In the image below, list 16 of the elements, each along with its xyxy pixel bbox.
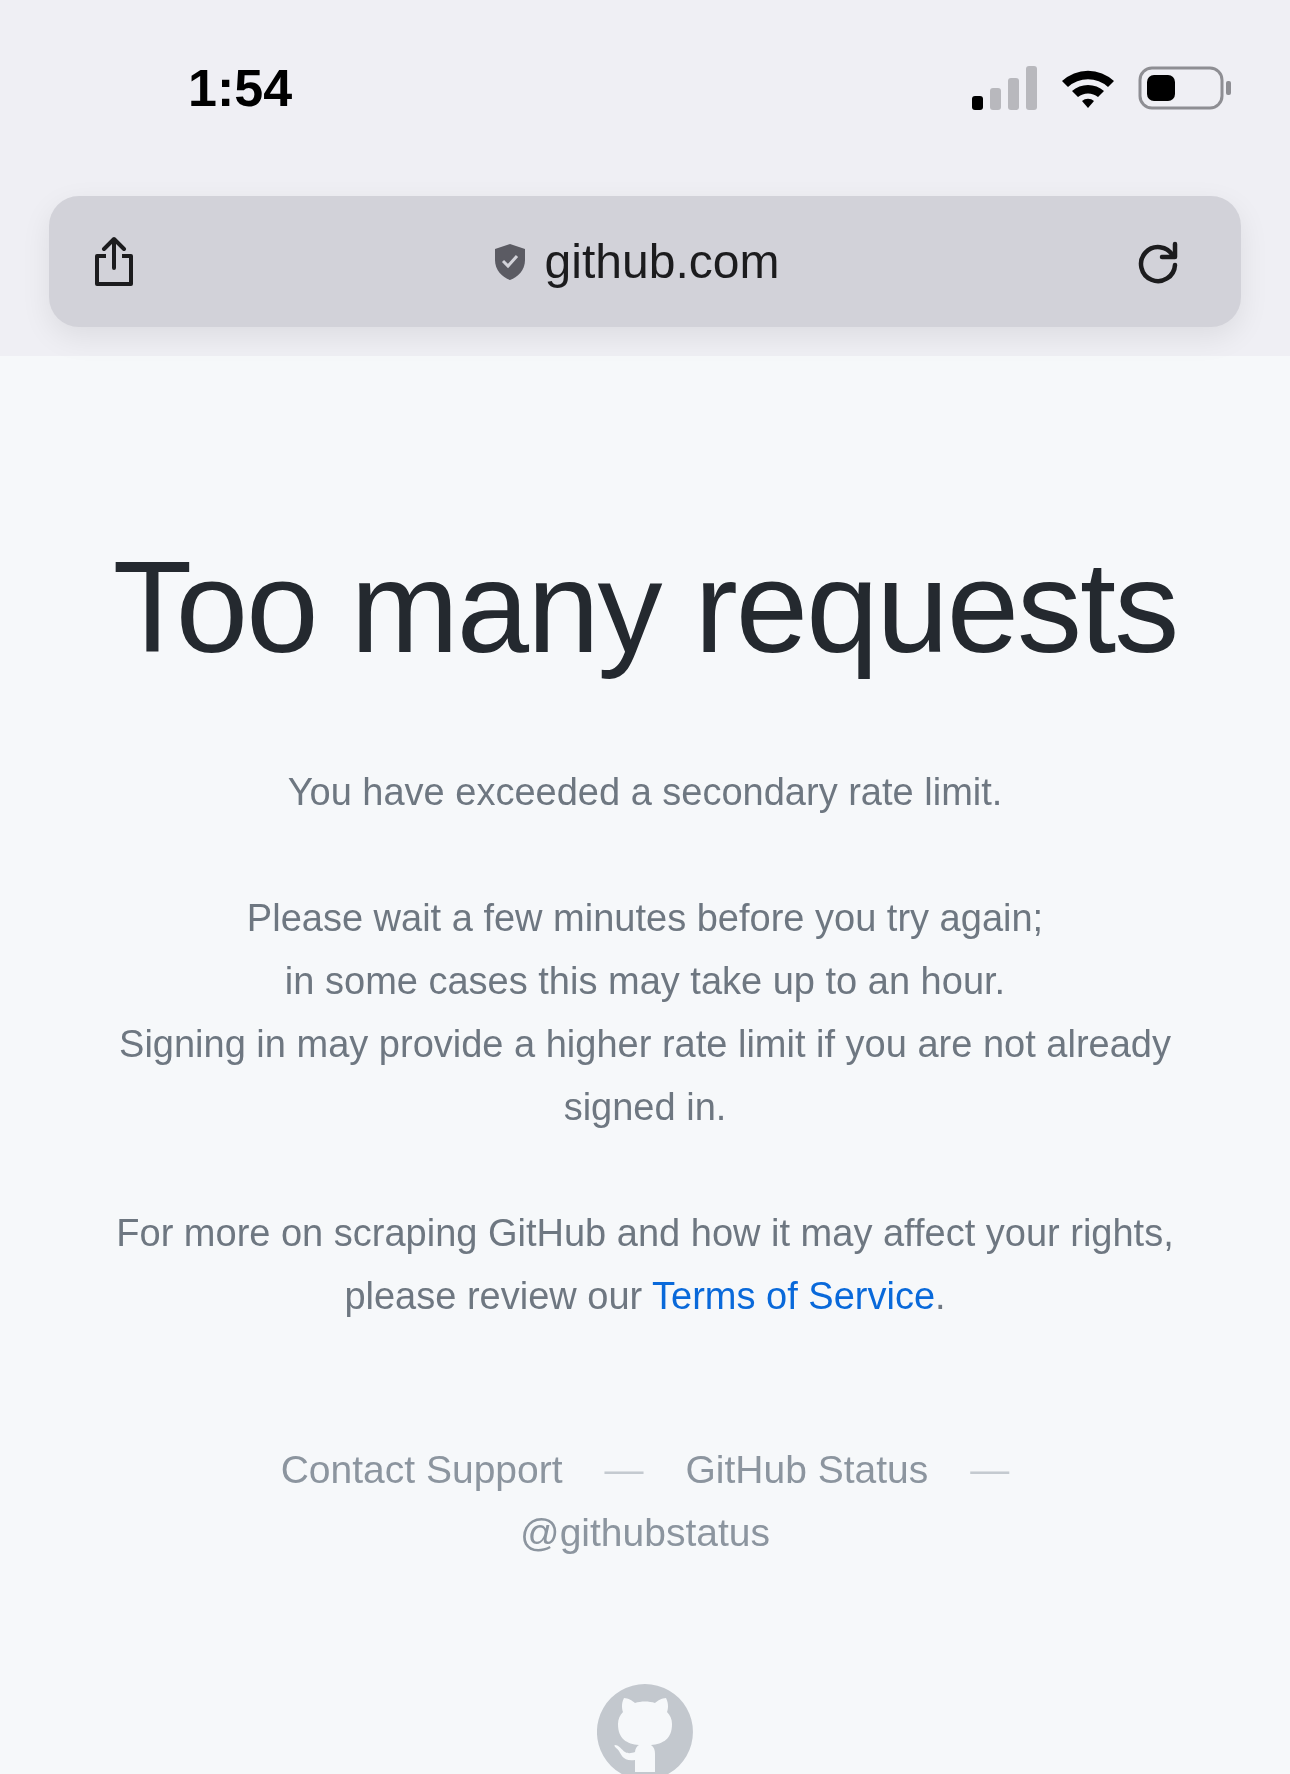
address-bar[interactable]: github.com bbox=[49, 196, 1241, 327]
signal-icon bbox=[972, 66, 1038, 110]
shield-icon bbox=[492, 242, 527, 281]
clock-time: 1:54 bbox=[188, 58, 293, 118]
page-heading: Too many requests bbox=[111, 536, 1179, 679]
message-text: You have exceeded a secondary rate limit. bbox=[286, 770, 1004, 815]
separator-dash: — bbox=[604, 1447, 644, 1493]
footer-link[interactable]: Contact Support bbox=[280, 1438, 563, 1501]
url-text[interactable]: github.com bbox=[544, 234, 780, 289]
message-text: Please wait a few minutes before you try again; in some cases this may take up to an hour. Signing in may provide a higher rate limit if you are not already signed in. bbox=[118, 896, 1172, 1130]
separator-dash: — bbox=[970, 1447, 1010, 1493]
battery-icon bbox=[1138, 66, 1232, 110]
terms-link[interactable]: Terms of Service bbox=[652, 1275, 936, 1317]
footer-link[interactable]: @githubstatus bbox=[520, 1501, 770, 1564]
footer-link[interactable]: GitHub Status bbox=[685, 1438, 929, 1501]
message-text: For more on scraping GitHub and how it may affect your rights, please review our Terms of Service. bbox=[115, 1211, 1175, 1319]
